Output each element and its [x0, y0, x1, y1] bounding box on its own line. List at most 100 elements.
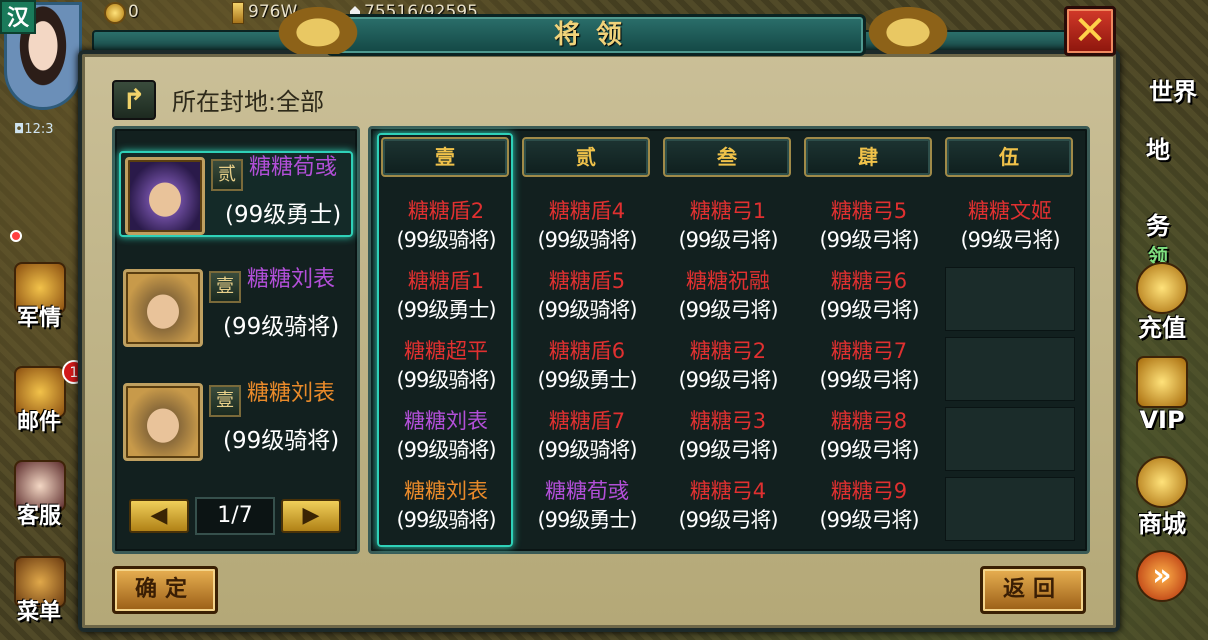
formation-slot[interactable]: 糖糖弓5 (99级弓将) [804, 197, 934, 261]
next-page-button[interactable]: ▶ [281, 499, 341, 533]
formation-slot[interactable]: 糖糖弓2 (99级弓将) [663, 337, 793, 401]
customer-service-label: 客服 [16, 504, 61, 529]
slot-general-name: 糖糖荀彧 [545, 479, 629, 503]
slot-general-level: (99级弓将) [819, 298, 919, 322]
slot-general-name: 糖糖文姬 [968, 199, 1052, 223]
nation-flag[interactable]: 汉 [0, 0, 36, 34]
formation-slot[interactable]: 糖糖文姬 (99级弓将) [945, 197, 1075, 261]
slot-general-name: 糖糖弓1 [689, 199, 767, 223]
dialog-title: 将领 [553, 20, 638, 50]
next-turn-button[interactable]: » [1116, 550, 1208, 630]
gold-bar-icon [232, 2, 244, 24]
slot-general-level: (99级勇士) [537, 508, 637, 532]
formation-slot[interactable]: 糖糖祝融 (99级弓将) [663, 267, 793, 331]
mail-label: 邮件 [16, 410, 61, 435]
forward-icon: » [1136, 550, 1188, 602]
formation-slot[interactable]: 糖糖刘表 (99级骑将) [381, 477, 511, 541]
fief-filter-label[interactable]: 所在封地:全部 [172, 82, 324, 117]
general-portrait [125, 157, 205, 235]
column-header-4[interactable]: 肆 [804, 137, 932, 177]
world-button[interactable]: 世界 [1116, 70, 1208, 110]
slot-general-name: 糖糖盾7 [548, 409, 626, 433]
slot-general-name: 糖糖弓4 [689, 479, 767, 503]
arrow-right-icon: ▶ [302, 503, 320, 528]
shop-button[interactable]: 商城 [1116, 456, 1208, 538]
military-intel-label: 军情 [16, 306, 61, 331]
column-header-1[interactable]: 壹 [381, 137, 509, 177]
general-portrait [123, 269, 203, 347]
slot-general-level: (99级弓将) [678, 368, 778, 392]
formation-slot[interactable]: 糖糖盾7 (99级骑将) [522, 407, 652, 471]
vip-icon [1136, 356, 1188, 408]
task-label: 务 [1146, 212, 1170, 240]
menu-button[interactable]: 菜单 [4, 556, 74, 626]
general-list-item[interactable]: 壹 糖糖刘表 (99级骑将) [119, 265, 353, 351]
back-arrow-button[interactable]: ↱ [112, 80, 156, 120]
back-button[interactable]: 返回 [980, 566, 1086, 614]
recharge-label: 充值 [1138, 314, 1186, 342]
empty-formation-slot[interactable] [945, 267, 1075, 331]
general-list-item[interactable]: 壹 糖糖刘表 (99级骑将) [119, 379, 353, 465]
formation-slot[interactable]: 糖糖弓6 (99级弓将) [804, 267, 934, 331]
formation-slot[interactable]: 糖糖盾6 (99级勇士) [522, 337, 652, 401]
formation-slot[interactable]: 糖糖盾1 (99级勇士) [381, 267, 511, 331]
formation-slot[interactable]: 糖糖弓3 (99级弓将) [663, 407, 793, 471]
rank-tag: 壹 [209, 271, 241, 303]
slot-general-name: 糖糖弓5 [830, 199, 908, 223]
empty-formation-slot[interactable] [945, 407, 1075, 471]
vip-label: VIP [1139, 406, 1185, 434]
task-button[interactable]: 务 [1116, 206, 1208, 240]
slot-general-name: 糖糖盾1 [407, 269, 485, 293]
page-indicator: 1/7 [195, 497, 275, 535]
formation-slot[interactable]: 糖糖超平 (99级骑将) [381, 337, 511, 401]
world-label: 世界 [1149, 78, 1197, 106]
shop-label: 商城 [1138, 510, 1186, 538]
general-level: (99级勇士) [225, 202, 342, 228]
formation-slot[interactable]: 糖糖刘表 (99级骑将) [381, 407, 511, 471]
generals-dialog: ↱ 所在封地:全部 贰 糖糖荀彧 (99级勇士) 壹 糖糖刘表 (99级骑将) … [78, 50, 1120, 632]
formation-slot[interactable]: 糖糖盾5 (99级骑将) [522, 267, 652, 331]
slot-general-level: (99级弓将) [819, 438, 919, 462]
general-level: (99级骑将) [223, 428, 340, 454]
general-list-panel: 贰 糖糖荀彧 (99级勇士) 壹 糖糖刘表 (99级骑将) 壹 糖糖刘表 (99… [112, 126, 360, 554]
fief-label: 地 [1146, 136, 1170, 164]
slot-general-level: (99级骑将) [537, 438, 637, 462]
fief-button[interactable]: 地 [1116, 128, 1208, 168]
formation-slot[interactable]: 糖糖荀彧 (99级勇士) [522, 477, 652, 541]
mail-button[interactable]: 1 邮件 [4, 360, 86, 436]
customer-service-button[interactable]: 客服 [4, 460, 74, 530]
empty-formation-slot[interactable] [945, 337, 1075, 401]
formation-slot[interactable]: 糖糖盾2 (99级骑将) [381, 197, 511, 261]
general-name: 糖糖刘表 [247, 381, 336, 406]
slot-general-level: (99级骑将) [537, 298, 637, 322]
slot-general-level: (99级勇士) [537, 368, 637, 392]
empty-formation-slot[interactable] [945, 477, 1075, 541]
slot-general-level: (99级弓将) [819, 228, 919, 252]
military-intel-button[interactable]: 军情 [4, 262, 74, 332]
formation-slot[interactable]: 糖糖弓1 (99级弓将) [663, 197, 793, 261]
column-header-5[interactable]: 伍 [945, 137, 1073, 177]
slot-general-level: (99级勇士) [396, 298, 496, 322]
slot-general-name: 糖糖弓3 [689, 409, 767, 433]
coin-icon [104, 2, 126, 24]
close-button[interactable]: ✕ [1064, 6, 1116, 56]
column-header-3[interactable]: 叁 [663, 137, 791, 177]
general-list-item[interactable]: 贰 糖糖荀彧 (99级勇士) [119, 151, 353, 237]
vip-button[interactable]: VIP [1116, 356, 1208, 436]
recharge-button[interactable]: 充值 [1116, 262, 1208, 342]
formation-slot[interactable]: 糖糖弓8 (99级弓将) [804, 407, 934, 471]
column-header-2[interactable]: 贰 [522, 137, 650, 177]
confirm-button[interactable]: 确定 [112, 566, 218, 614]
prev-page-button[interactable]: ◀ [129, 499, 189, 533]
recharge-icon [1136, 262, 1188, 314]
formation-slot[interactable]: 糖糖盾4 (99级骑将) [522, 197, 652, 261]
formation-slot[interactable]: 糖糖弓9 (99级弓将) [804, 477, 934, 541]
coin-count: 0 [128, 2, 139, 22]
slot-general-name: 糖糖弓7 [830, 339, 908, 363]
slot-general-level: (99级骑将) [396, 368, 496, 392]
formation-slot[interactable]: 糖糖弓7 (99级弓将) [804, 337, 934, 401]
formation-slot[interactable]: 糖糖弓4 (99级弓将) [663, 477, 793, 541]
slot-general-level: (99级弓将) [819, 368, 919, 392]
general-level: (99级骑将) [223, 314, 340, 340]
slot-general-level: (99级骑将) [396, 508, 496, 532]
